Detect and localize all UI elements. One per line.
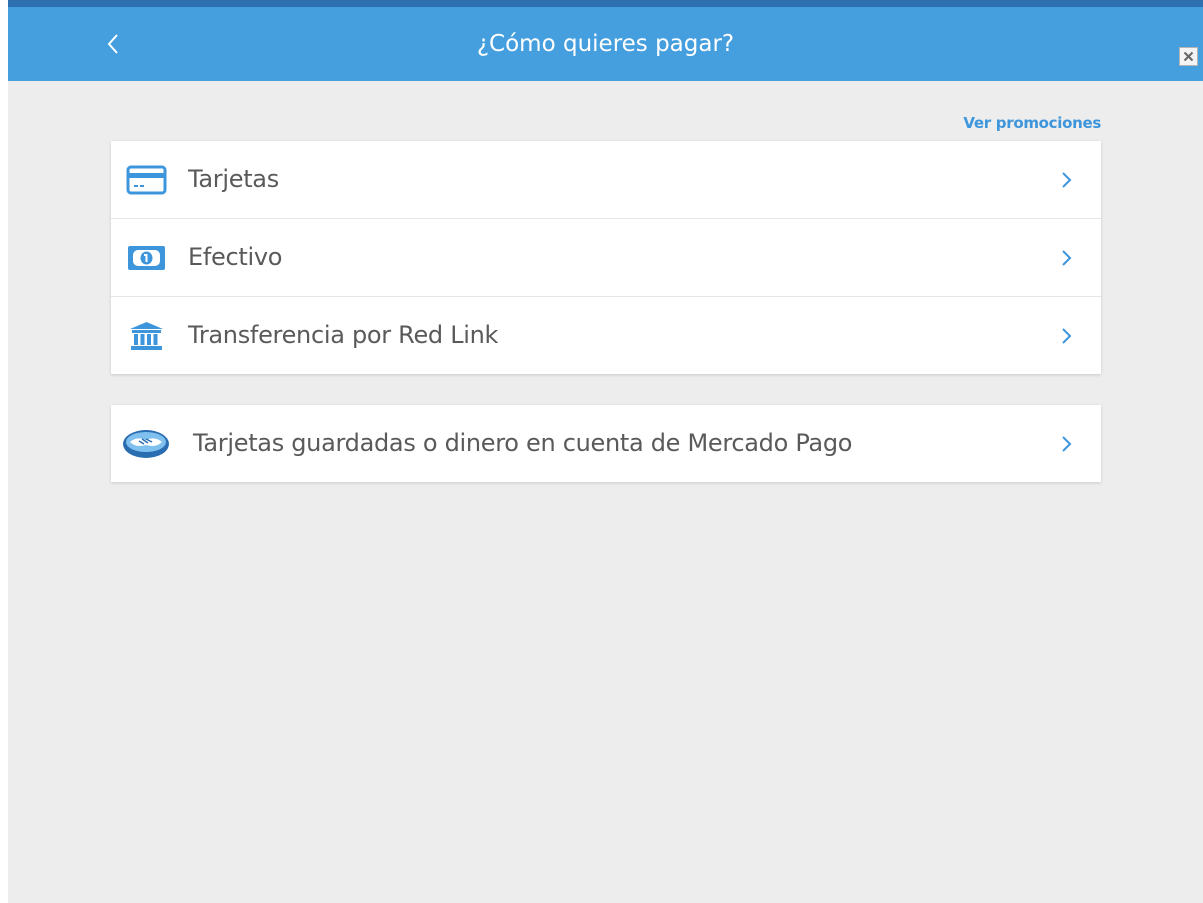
- payment-method-label: Tarjetas guardadas o dinero en cuenta de…: [193, 429, 853, 457]
- payment-method-mercado-pago[interactable]: Tarjetas guardadas o dinero en cuenta de…: [111, 405, 1101, 482]
- credit-card-icon: [126, 165, 167, 195]
- payment-method-transfer[interactable]: Transferencia por Red Link: [111, 296, 1101, 374]
- payment-method-label: Tarjetas: [188, 165, 279, 193]
- page-title: ¿Cómo quieres pagar?: [476, 31, 735, 57]
- top-border: [8, 0, 1203, 7]
- payment-methods-list: Tarjetas Efectivo Transferencia por Red …: [111, 141, 1101, 374]
- payment-method-label: Transferencia por Red Link: [188, 321, 499, 349]
- close-icon: [1183, 51, 1194, 62]
- payment-method-label: Efectivo: [188, 243, 283, 271]
- chevron-right-icon: [1062, 250, 1072, 266]
- modal-header: ¿Cómo quieres pagar?: [8, 7, 1203, 81]
- cash-icon: [128, 246, 165, 270]
- chevron-right-icon: [1062, 172, 1072, 188]
- chevron-left-icon: [107, 34, 118, 54]
- payment-method-cards[interactable]: Tarjetas: [111, 141, 1101, 218]
- payment-modal: ¿Cómo quieres pagar? Ver promociones Tar…: [8, 0, 1203, 903]
- close-button[interactable]: [1179, 47, 1198, 66]
- chevron-right-icon: [1062, 436, 1072, 452]
- mercado-pago-handshake-icon: [123, 430, 169, 458]
- chevron-right-icon: [1062, 328, 1072, 344]
- saved-methods-card: Tarjetas guardadas o dinero en cuenta de…: [111, 405, 1101, 482]
- see-promotions-link[interactable]: Ver promociones: [963, 114, 1101, 132]
- bank-icon: [130, 322, 163, 350]
- back-button[interactable]: [100, 27, 130, 61]
- payment-method-cash[interactable]: Efectivo: [111, 218, 1101, 296]
